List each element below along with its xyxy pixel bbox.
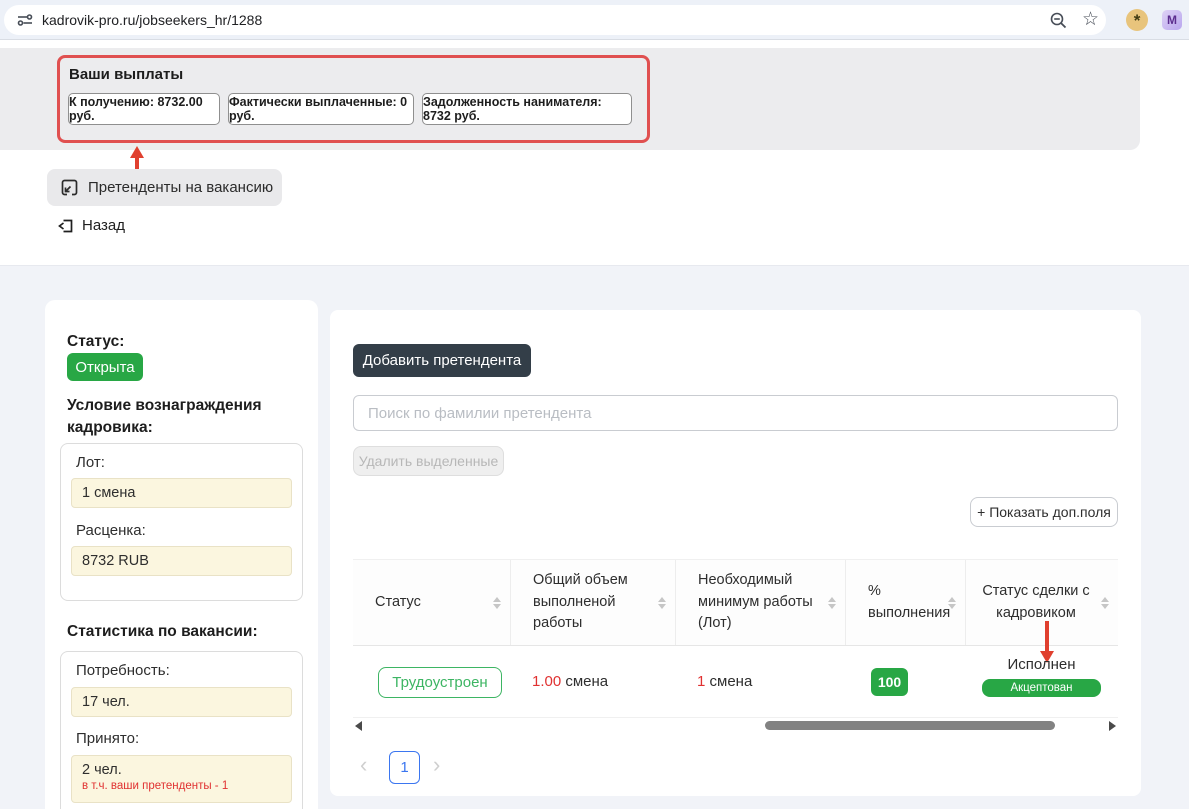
need-field[interactable]: 17 чел. xyxy=(71,687,292,717)
lot-label: Лот: xyxy=(76,454,105,471)
sort-icon[interactable] xyxy=(828,596,836,609)
sort-icon[interactable] xyxy=(1101,596,1109,609)
tab-jobseekers-label: Претенденты на вакансию xyxy=(88,179,274,196)
pagination-page-1[interactable]: 1 xyxy=(389,751,420,784)
column-header-status[interactable]: Статус xyxy=(353,560,510,645)
rate-label: Расценка: xyxy=(76,522,146,539)
scroll-right-icon[interactable] xyxy=(1109,721,1116,731)
url-text[interactable]: kadrovik-pro.ru/jobseekers_hr/1288 xyxy=(42,12,262,28)
scrollbar-thumb[interactable] xyxy=(765,721,1055,730)
accepted-field[interactable]: 2 чел. в т.ч. ваши претенденты - 1 xyxy=(71,755,292,803)
volume-cell: 1.00 смена xyxy=(532,673,609,690)
accepted-deal-badge[interactable]: Акцептован xyxy=(982,679,1101,697)
sort-icon[interactable] xyxy=(948,596,956,609)
percent-badge: 100 xyxy=(871,668,908,696)
pagination-prev[interactable]: ‹ xyxy=(360,752,367,778)
column-header-volume[interactable]: Общий объем выполненой работы xyxy=(510,560,675,645)
sort-icon[interactable] xyxy=(493,596,501,609)
sort-icon[interactable] xyxy=(658,596,666,609)
deal-status-text: Исполнен xyxy=(1007,656,1076,673)
lot-field[interactable]: 1 смена xyxy=(71,478,292,508)
accepted-label: Принято: xyxy=(76,730,140,747)
reward-heading: Условие вознаграждения кадровика: xyxy=(67,397,262,437)
payment-to-receive-button[interactable]: К получению: 8732.00 руб. xyxy=(68,93,220,125)
screen: kadrovik-pro.ru/jobseekers_hr/1288 ☆ * M… xyxy=(0,0,1189,809)
extension-icon-1[interactable]: * xyxy=(1126,9,1148,31)
tab-jobseekers[interactable]: Претенденты на вакансию xyxy=(47,169,282,206)
search-input[interactable] xyxy=(353,395,1118,431)
site-settings-icon[interactable] xyxy=(17,12,33,28)
column-header-minimum[interactable]: Необходимый минимум работы (Лот) xyxy=(675,560,845,645)
table-row: Трудоустроен 1.00 смена 1 смена 100 Испо… xyxy=(353,646,1118,718)
pagination-next[interactable]: › xyxy=(433,752,440,778)
add-jobseeker-button[interactable]: Добавить претендента xyxy=(353,344,531,377)
rate-field[interactable]: 8732 RUB xyxy=(71,546,292,576)
accepted-note: в т.ч. ваши претенденты - 1 xyxy=(82,780,229,792)
deal-status-cell: Исполнен Акцептован xyxy=(965,656,1118,697)
delete-selected-button[interactable]: Удалить выделенные xyxy=(353,446,504,476)
minimum-cell: 1 смена xyxy=(697,673,753,690)
extension-icon-2[interactable]: M xyxy=(1162,10,1182,30)
stats-heading: Статистика по вакансии: xyxy=(67,623,258,640)
employed-status-badge: Трудоустроен xyxy=(378,667,502,698)
payment-employer-debt-button[interactable]: Задолженность нанимателя: 8732 руб. xyxy=(422,93,632,125)
back-link-label: Назад xyxy=(82,217,125,234)
scroll-left-icon[interactable] xyxy=(355,721,362,731)
accepted-value: 2 чел. xyxy=(82,762,122,778)
bookmark-star-icon[interactable]: ☆ xyxy=(1082,8,1099,31)
need-label: Потребность: xyxy=(76,662,170,679)
status-heading: Статус: xyxy=(67,333,125,350)
payment-actually-paid-button[interactable]: Фактически выплаченные: 0 руб. xyxy=(228,93,414,125)
back-link[interactable]: Назад xyxy=(58,217,125,234)
browser-toolbar: kadrovik-pro.ru/jobseekers_hr/1288 ☆ * M xyxy=(0,0,1189,40)
back-icon xyxy=(58,219,73,232)
payments-title: Ваши выплаты xyxy=(69,66,184,83)
show-extra-fields-button[interactable]: + Показать доп.поля xyxy=(970,497,1118,527)
status-badge: Открыта xyxy=(67,353,143,381)
column-header-percent[interactable]: % выполнения xyxy=(845,560,965,645)
horizontal-scrollbar[interactable] xyxy=(353,719,1118,733)
zoom-out-icon[interactable] xyxy=(1049,11,1067,29)
table-header: Статус Общий объем выполненой работы Нео… xyxy=(353,559,1118,646)
address-bar[interactable]: kadrovik-pro.ru/jobseekers_hr/1288 ☆ xyxy=(4,5,1106,35)
select-area-icon xyxy=(61,179,78,196)
